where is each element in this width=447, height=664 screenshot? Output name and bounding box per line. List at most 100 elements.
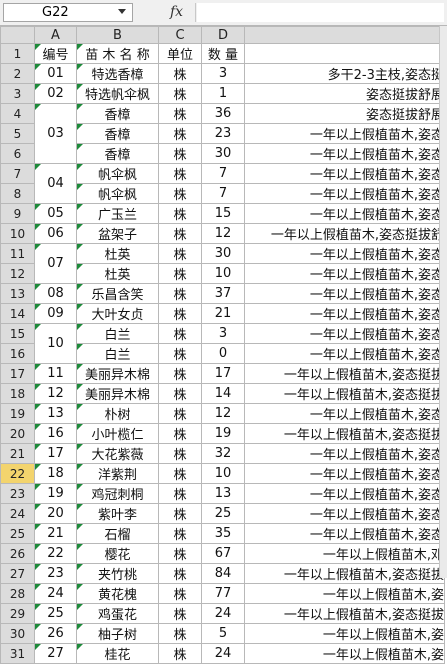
cell-name[interactable]: 紫叶李 xyxy=(76,503,159,524)
name-box[interactable]: G22 xyxy=(3,3,133,22)
row-header[interactable]: 24 xyxy=(0,503,35,524)
cell-name[interactable]: 朴树 xyxy=(76,403,159,424)
cell-name[interactable]: 广玉兰 xyxy=(76,203,159,224)
cell-unit[interactable]: 株 xyxy=(158,83,202,104)
cell-quantity[interactable]: 77 xyxy=(201,583,245,604)
row-header[interactable]: 9 xyxy=(0,203,35,224)
row-header[interactable]: 14 xyxy=(0,303,35,324)
cell-code[interactable]: 编号 xyxy=(34,43,77,64)
cell-name[interactable]: 乐昌含笑 xyxy=(76,283,159,304)
cell-quantity[interactable]: 12 xyxy=(201,403,245,424)
cell-unit[interactable]: 株 xyxy=(158,563,202,584)
cell-unit[interactable]: 株 xyxy=(158,383,202,404)
cell-description[interactable]: 一年以上假植苗木,姿 xyxy=(244,643,445,664)
cell-code[interactable]: 07 xyxy=(34,243,77,284)
cell-description[interactable]: 一年以上假植苗木,姿态 xyxy=(244,163,445,184)
cell-description[interactable]: 一年以上假植苗木,姿态挺拔 xyxy=(244,563,445,584)
cell-name[interactable]: 鸡冠刺桐 xyxy=(76,483,159,504)
cell-name[interactable]: 大花紫薇 xyxy=(76,443,159,464)
cell-unit[interactable]: 株 xyxy=(158,403,202,424)
cell-description[interactable]: 一年以上假植苗木,姿态 xyxy=(244,403,445,424)
cell-unit[interactable]: 株 xyxy=(158,343,202,364)
cell-unit[interactable]: 株 xyxy=(158,583,202,604)
cell-code[interactable]: 08 xyxy=(34,283,77,304)
cell-quantity[interactable]: 67 xyxy=(201,543,245,564)
cell-code[interactable]: 20 xyxy=(34,503,77,524)
column-header-d[interactable]: D xyxy=(201,26,245,44)
row-header[interactable]: 18 xyxy=(0,383,35,404)
column-header-b[interactable]: B xyxy=(76,26,159,44)
cell-quantity[interactable]: 37 xyxy=(201,283,245,304)
cell-code[interactable]: 01 xyxy=(34,63,77,84)
cell-code[interactable]: 19 xyxy=(34,483,77,504)
cell-description[interactable]: 一年以上假植苗木,姿态 xyxy=(244,123,445,144)
row-header[interactable]: 20 xyxy=(0,423,35,444)
cell-unit[interactable]: 株 xyxy=(158,263,202,284)
row-header[interactable]: 17 xyxy=(0,363,35,384)
cell-name[interactable]: 石榴 xyxy=(76,523,159,544)
cell-code[interactable]: 06 xyxy=(34,223,77,244)
cell-unit[interactable]: 株 xyxy=(158,123,202,144)
column-header-a[interactable]: A xyxy=(34,26,77,44)
chevron-down-icon[interactable] xyxy=(118,9,126,14)
cell-name[interactable]: 特选香樟 xyxy=(76,63,159,84)
cell-name[interactable]: 白兰 xyxy=(76,343,159,364)
cell-quantity[interactable]: 23 xyxy=(201,123,245,144)
row-header[interactable]: 30 xyxy=(0,623,35,644)
cell-code[interactable]: 10 xyxy=(34,323,77,364)
cell-quantity[interactable]: 35 xyxy=(201,523,245,544)
cell-unit[interactable]: 株 xyxy=(158,163,202,184)
cell-description[interactable]: 一年以上假植苗木,姿 xyxy=(244,623,445,644)
cell-code[interactable]: 12 xyxy=(34,383,77,404)
row-header[interactable]: 1 xyxy=(0,43,35,64)
row-header[interactable]: 6 xyxy=(0,143,35,164)
row-header[interactable]: 8 xyxy=(0,183,35,204)
cell-name[interactable]: 樱花 xyxy=(76,543,159,564)
cell-description[interactable]: 一年以上假植苗木,姿态 xyxy=(244,243,445,264)
cell-name[interactable]: 夹竹桃 xyxy=(76,563,159,584)
cell-name[interactable]: 帆伞枫 xyxy=(76,183,159,204)
cell-name[interactable]: 洋紫荆 xyxy=(76,463,159,484)
row-header[interactable]: 22 xyxy=(0,463,35,484)
cell-code[interactable]: 25 xyxy=(34,603,77,624)
vertical-scrollbar[interactable] xyxy=(439,26,447,578)
cell-unit[interactable]: 株 xyxy=(158,423,202,444)
cell-code[interactable]: 13 xyxy=(34,403,77,424)
cell-code[interactable]: 05 xyxy=(34,203,77,224)
cell-unit[interactable]: 株 xyxy=(158,203,202,224)
cell-quantity[interactable]: 12 xyxy=(201,223,245,244)
cell-code[interactable]: 23 xyxy=(34,563,77,584)
cell-description[interactable]: 一年以上假植苗木,姿态挺拔 xyxy=(244,383,445,404)
cell-code[interactable]: 04 xyxy=(34,163,77,204)
cell-quantity[interactable]: 36 xyxy=(201,103,245,124)
column-header-e[interactable] xyxy=(244,26,445,44)
cell-unit[interactable]: 株 xyxy=(158,523,202,544)
formula-input[interactable] xyxy=(197,3,444,22)
cell-quantity[interactable]: 32 xyxy=(201,443,245,464)
row-header[interactable]: 26 xyxy=(0,543,35,564)
row-header[interactable]: 15 xyxy=(0,323,35,344)
cell-name[interactable]: 香樟 xyxy=(76,143,159,164)
cell-description[interactable]: 一年以上假植苗木,邓 xyxy=(244,543,445,564)
cell-name[interactable]: 黄花槐 xyxy=(76,583,159,604)
cell-quantity[interactable]: 24 xyxy=(201,643,245,664)
cell-description[interactable]: 姿态挺拔舒展 xyxy=(244,103,445,124)
row-header[interactable]: 2 xyxy=(0,63,35,84)
row-header[interactable]: 29 xyxy=(0,603,35,624)
cell-description[interactable]: 一年以上假植苗木,姿态 xyxy=(244,443,445,464)
cell-description[interactable]: 多干2-3主枝,姿态挺 xyxy=(244,63,445,84)
row-header[interactable]: 31 xyxy=(0,643,35,664)
cell-unit[interactable]: 株 xyxy=(158,503,202,524)
cell-unit[interactable]: 株 xyxy=(158,323,202,344)
function-icon[interactable]: fx xyxy=(170,4,183,20)
row-header[interactable]: 23 xyxy=(0,483,35,504)
cell-description[interactable]: 一年以上假植苗木,姿态 xyxy=(244,523,445,544)
cell-code[interactable]: 21 xyxy=(34,523,77,544)
row-header[interactable]: 12 xyxy=(0,263,35,284)
cell-quantity[interactable]: 7 xyxy=(201,183,245,204)
cell-quantity[interactable]: 5 xyxy=(201,623,245,644)
cell-quantity[interactable]: 17 xyxy=(201,363,245,384)
cell-name[interactable]: 美丽异木棉 xyxy=(76,383,159,404)
row-header[interactable]: 27 xyxy=(0,563,35,584)
cell-code[interactable]: 09 xyxy=(34,303,77,324)
